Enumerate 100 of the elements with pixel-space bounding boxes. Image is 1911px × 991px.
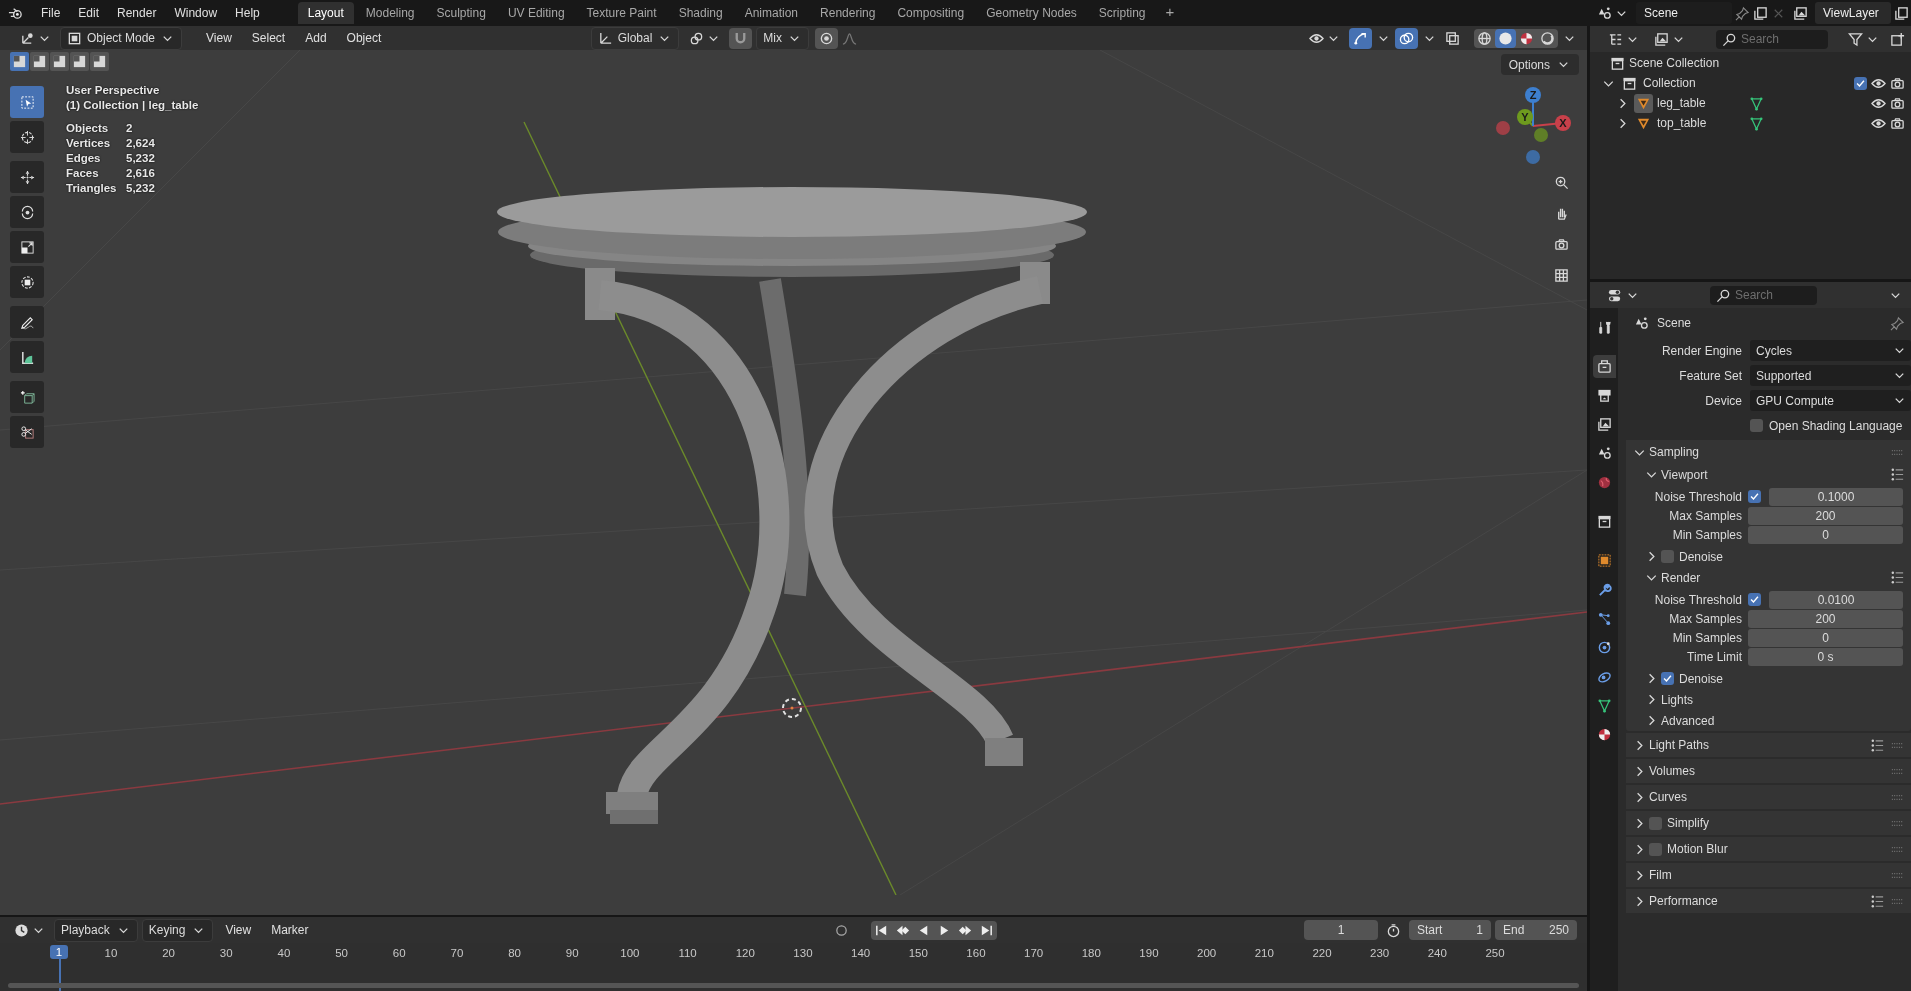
menu-item[interactable]: Window xyxy=(166,3,226,23)
negative-axis-handle[interactable] xyxy=(1496,121,1510,135)
axis-handle[interactable]: Z xyxy=(1525,87,1541,103)
checkbox[interactable] xyxy=(1649,816,1662,830)
tool-button[interactable] xyxy=(10,341,44,373)
panel-header[interactable]: Volumes xyxy=(1649,764,1696,778)
dropdown-field[interactable]: Supported xyxy=(1750,365,1911,386)
dropdown-field[interactable]: GPU Compute xyxy=(1750,390,1911,411)
subpanel-header[interactable]: Denoise xyxy=(1679,549,1724,564)
tool-button[interactable] xyxy=(10,121,44,153)
tree-item[interactable]: leg_table xyxy=(1657,96,1745,110)
panel-header[interactable]: Light Paths xyxy=(1649,738,1710,752)
mesh-data-icon xyxy=(1749,95,1764,111)
view-layer-name-field[interactable]: ViewLayer xyxy=(1815,2,1891,24)
shading-mode-button[interactable] xyxy=(1495,28,1516,48)
tree-item[interactable]: top_table xyxy=(1657,116,1745,130)
panel-header[interactable]: Performance xyxy=(1649,894,1718,908)
proportional-edit-button[interactable] xyxy=(815,27,838,49)
options-dropdown[interactable]: Options xyxy=(1500,54,1579,75)
panel-header[interactable]: Film xyxy=(1649,868,1672,882)
tool-button[interactable] xyxy=(10,306,44,338)
menu-item[interactable]: Edit xyxy=(70,3,108,23)
orientation-dropdown[interactable]: Global xyxy=(590,26,680,50)
select-mode-button[interactable] xyxy=(70,52,89,71)
dropdown-field[interactable]: Cycles xyxy=(1750,340,1911,361)
checkbox[interactable] xyxy=(1750,419,1763,432)
subpanel-header[interactable]: Advanced xyxy=(1661,713,1715,728)
workspace-tab[interactable]: Shading xyxy=(668,2,733,24)
menu-item[interactable]: Help xyxy=(227,3,268,23)
select-mode-button[interactable] xyxy=(30,52,49,71)
mode-dropdown[interactable]: Object Mode xyxy=(60,26,183,50)
number-field[interactable]: 0.0100 xyxy=(1769,590,1903,609)
select-mode-button[interactable] xyxy=(10,52,29,71)
menu-item[interactable]: View xyxy=(217,920,260,940)
end-frame-field[interactable]: End 250 xyxy=(1495,920,1577,940)
number-field[interactable]: 200 xyxy=(1748,609,1903,628)
menu-dropdown[interactable]: Keying xyxy=(141,918,214,942)
number-field[interactable]: 0 xyxy=(1748,525,1903,544)
current-frame-field[interactable]: 1 xyxy=(1304,920,1378,940)
tool-button[interactable] xyxy=(10,266,44,298)
subpanel-header[interactable]: Denoise xyxy=(1679,671,1724,686)
add-workspace-button[interactable]: + xyxy=(1157,2,1183,24)
menu-item[interactable]: Render xyxy=(109,3,165,23)
panel-header[interactable]: Simplify xyxy=(1667,816,1709,830)
workspace-tab[interactable]: Sculpting xyxy=(426,2,496,24)
checkbox[interactable] xyxy=(1661,672,1674,685)
workspace-tab[interactable]: Layout xyxy=(297,2,354,24)
checkbox[interactable] xyxy=(1649,842,1662,856)
object-icon-box[interactable] xyxy=(1634,93,1653,113)
workspace-tab[interactable]: UV Editing xyxy=(497,2,575,24)
checkbox[interactable] xyxy=(1748,593,1761,606)
workspace-tab[interactable]: Geometry Nodes xyxy=(976,2,1087,24)
subpanel-header[interactable]: Viewport xyxy=(1661,467,1708,482)
panel-header[interactable]: Curves xyxy=(1649,790,1687,804)
camera-icon xyxy=(1890,75,1905,91)
menu-item[interactable]: Object xyxy=(338,28,390,48)
tree-item[interactable]: Scene Collection xyxy=(1629,56,1720,70)
panel-header[interactable]: Sampling xyxy=(1649,445,1700,459)
checkbox[interactable] xyxy=(1748,490,1761,503)
subpanel-header[interactable]: Render xyxy=(1661,570,1701,585)
tree-item[interactable]: Collection xyxy=(1643,76,1696,90)
menu-item[interactable]: Select xyxy=(243,28,294,48)
workspace-tab[interactable]: Compositing xyxy=(887,2,975,24)
workspace-tab[interactable]: Modeling xyxy=(355,2,425,24)
start-frame-field[interactable]: Start 1 xyxy=(1409,920,1491,940)
workspace-tab[interactable]: Rendering xyxy=(810,2,886,24)
tool-button[interactable] xyxy=(10,416,44,448)
axis-handle[interactable]: Y xyxy=(1517,109,1533,125)
checkbox[interactable] xyxy=(1854,76,1867,90)
subpanel-header[interactable]: Lights xyxy=(1661,692,1694,707)
checkbox[interactable] xyxy=(1661,550,1674,563)
workspace-tab[interactable]: Scripting xyxy=(1088,2,1156,24)
axis-handle[interactable]: X xyxy=(1555,115,1571,131)
negative-axis-handle[interactable] xyxy=(1526,150,1540,164)
select-mode-button[interactable] xyxy=(90,52,109,71)
workspace-tab[interactable]: Texture Paint xyxy=(576,2,667,24)
number-field[interactable]: 0 s xyxy=(1748,647,1903,666)
menu-item[interactable]: File xyxy=(33,3,69,23)
number-field[interactable]: 0 xyxy=(1748,628,1903,647)
playhead[interactable]: 1 xyxy=(50,945,68,959)
panel-header[interactable]: Motion Blur xyxy=(1667,842,1728,856)
workspace-tab[interactable]: Animation xyxy=(734,2,809,24)
gizmo-toggle[interactable] xyxy=(1349,27,1372,49)
menu-dropdown[interactable]: Playback xyxy=(54,918,138,942)
tool-button[interactable] xyxy=(10,161,44,193)
number-field[interactable]: 200 xyxy=(1748,506,1903,525)
properties-tab[interactable] xyxy=(1592,355,1616,378)
negative-axis-handle[interactable] xyxy=(1534,128,1548,142)
menu-item[interactable]: View xyxy=(198,28,240,48)
menu-item[interactable]: Add xyxy=(297,28,335,48)
select-mode-button[interactable] xyxy=(50,52,69,71)
scrollbar[interactable] xyxy=(8,983,1579,988)
tool-button[interactable] xyxy=(10,231,44,263)
menu-item[interactable]: Marker xyxy=(263,920,317,940)
snap-target-dropdown[interactable]: Mix xyxy=(756,26,809,50)
number-field[interactable]: 0.1000 xyxy=(1769,487,1903,506)
tool-button[interactable] xyxy=(10,196,44,228)
snap-button[interactable] xyxy=(729,27,753,49)
scene-name-field[interactable]: Scene xyxy=(1636,2,1732,24)
overlay-toggle[interactable] xyxy=(1395,27,1418,49)
